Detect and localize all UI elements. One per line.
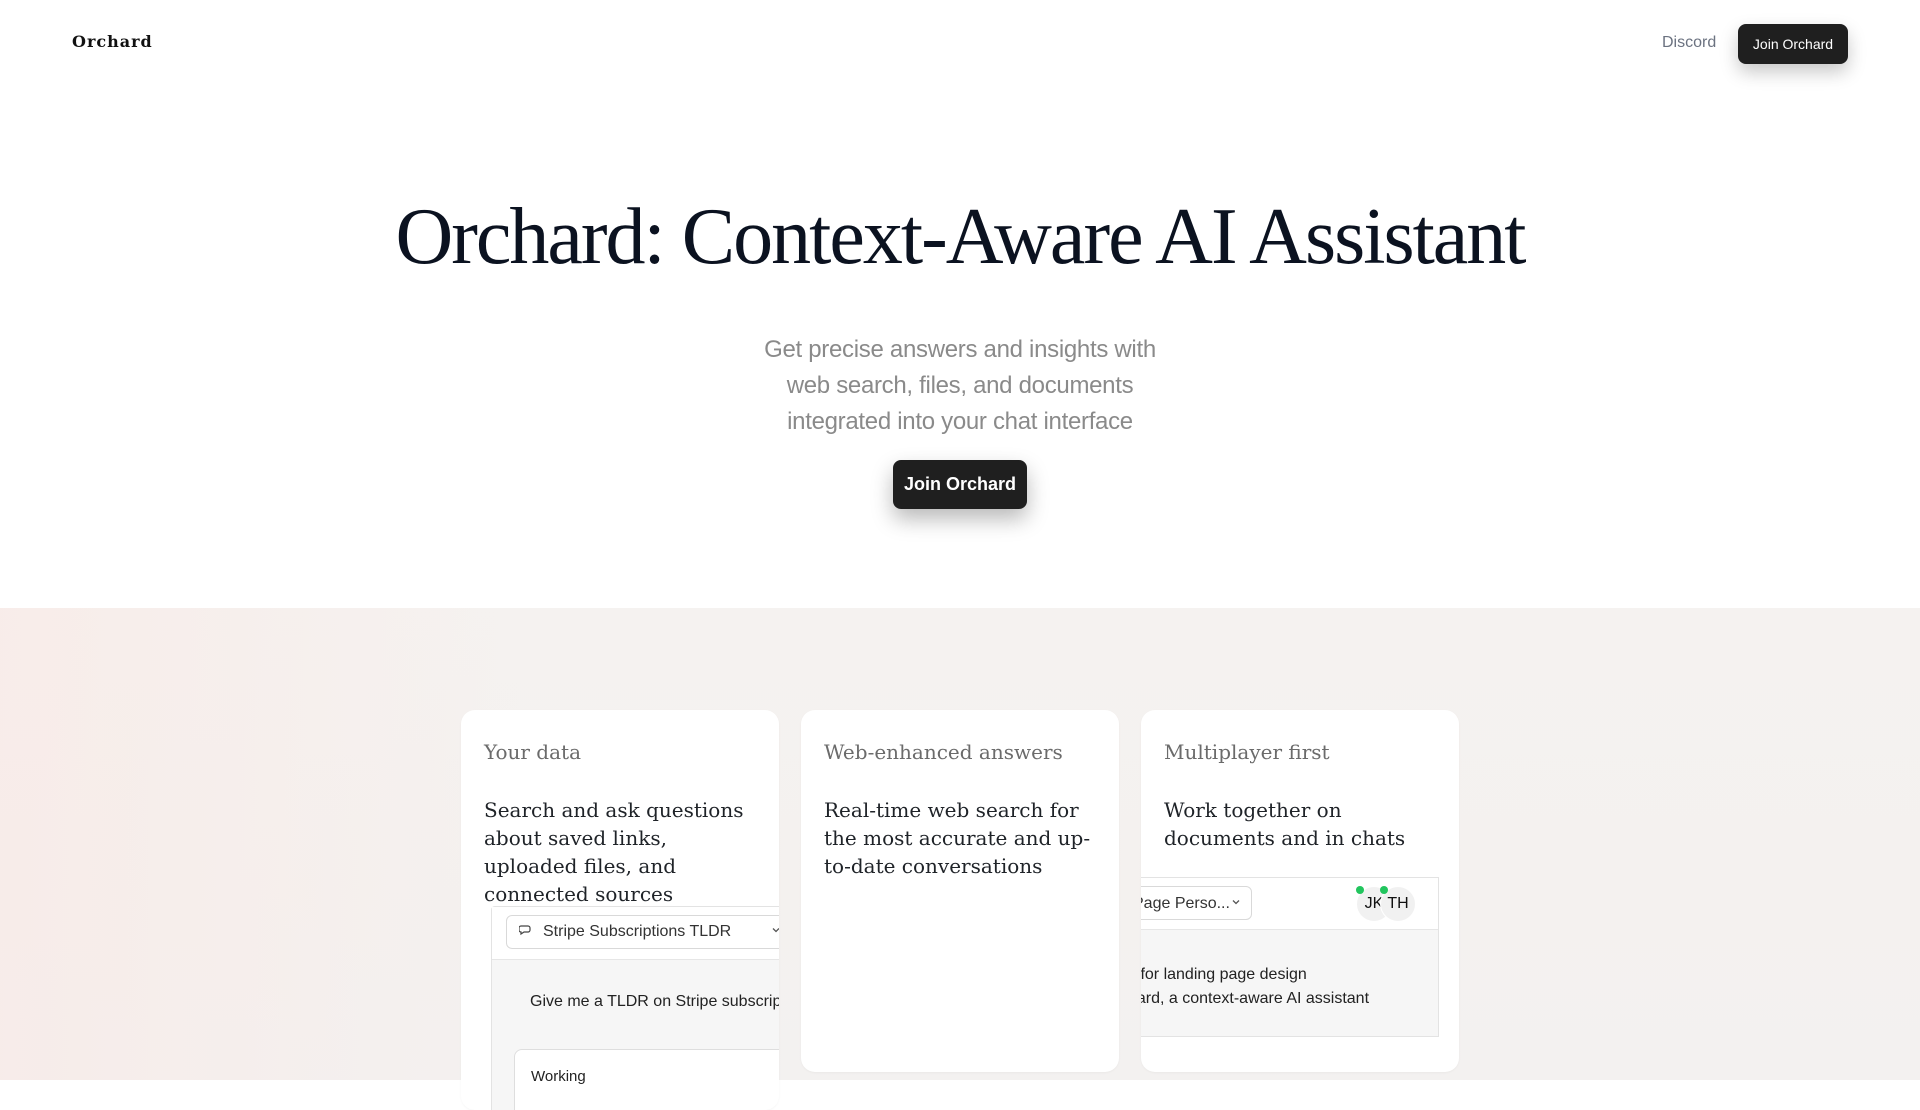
assistant-status-text: Working bbox=[531, 1068, 586, 1085]
hero-subtitle-line: integrated into your chat interface bbox=[787, 408, 1133, 435]
user-message: Give me a TLDR on Stripe subscripti bbox=[530, 993, 779, 1010]
feature-card-title: Multiplayer first bbox=[1164, 740, 1330, 764]
shared-chat-toolbar: Page Perso... JK TH bbox=[1141, 878, 1438, 930]
persona-select-value: Page Perso... bbox=[1141, 895, 1230, 912]
feature-card-your-data: Your data Search and ask questions about… bbox=[461, 710, 779, 1110]
feature-card-title: Web-enhanced answers bbox=[824, 740, 1063, 764]
presence-indicator bbox=[1356, 886, 1364, 894]
feature-card-description: Real-time web search for the most accura… bbox=[824, 798, 1091, 878]
document-select[interactable]: Stripe Subscriptions TLDR bbox=[506, 915, 779, 949]
hero-title: Orchard: Context-Aware AI Assistant bbox=[395, 193, 1526, 281]
document-select-value: Stripe Subscriptions TLDR bbox=[543, 923, 732, 940]
persona-select[interactable]: Page Perso... bbox=[1141, 886, 1252, 920]
hero-subtitle: Get precise answers and insights with we… bbox=[660, 332, 1260, 440]
feature-card-description: Work together on documents and in chats bbox=[1164, 798, 1406, 850]
feature-card-title: Your data bbox=[484, 740, 581, 764]
discord-link[interactable]: Discord bbox=[1662, 34, 1716, 52]
shared-chat-preview: Page Perso... JK TH s for landing page d… bbox=[1141, 877, 1439, 1037]
join-orchard-hero-button[interactable]: Join Orchard bbox=[893, 460, 1027, 509]
chevron-down-icon bbox=[771, 924, 779, 938]
feature-card-web-enhanced: Web-enhanced answers Real-time web searc… bbox=[801, 710, 1119, 1072]
hero-subtitle-line: Get precise answers and insights with bbox=[764, 336, 1156, 363]
feature-card-multiplayer: Multiplayer first Work together on docum… bbox=[1141, 710, 1459, 1072]
join-orchard-header-button[interactable]: Join Orchard bbox=[1738, 24, 1848, 64]
hero-subtitle-line: web search, files, and documents bbox=[786, 372, 1134, 399]
chevron-down-icon bbox=[1231, 887, 1241, 920]
top-nav: Orchard Discord Join Orchard bbox=[0, 0, 1920, 88]
chat-line: s for landing page design bbox=[1141, 966, 1307, 983]
chat-line: hard, a context-aware AI assistant bbox=[1141, 990, 1370, 1007]
feature-card-description: Search and ask questions about saved lin… bbox=[484, 798, 744, 906]
presence-indicator bbox=[1380, 886, 1388, 894]
brand-logo[interactable]: Orchard bbox=[72, 32, 153, 51]
chat-preview-toolbar: Stripe Subscriptions TLDR bbox=[492, 907, 779, 960]
chat-preview: Stripe Subscriptions TLDR Give me a TLDR… bbox=[491, 906, 779, 1110]
chat-bubbles-icon bbox=[518, 923, 533, 942]
